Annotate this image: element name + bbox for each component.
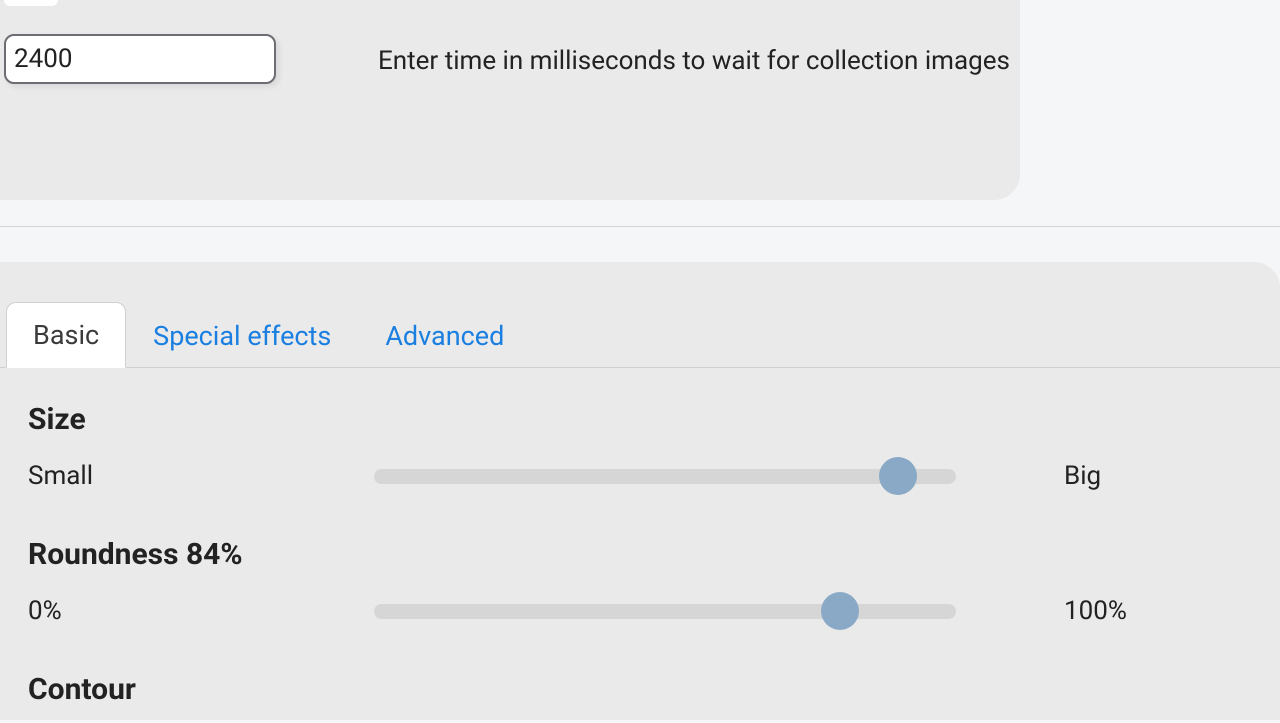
wait-time-input[interactable] <box>4 34 276 84</box>
lower-settings-panel: Basic Special effects Advanced Size Smal… <box>0 262 1280 720</box>
tab-advanced[interactable]: Advanced <box>358 303 531 368</box>
panel-divider <box>0 226 1280 227</box>
size-section-title: Size <box>28 402 1240 437</box>
roundness-slider-thumb[interactable] <box>821 592 859 630</box>
size-max-label: Big <box>956 461 1240 491</box>
roundness-slider-track <box>374 604 956 619</box>
tab-basic[interactable]: Basic <box>6 302 126 368</box>
roundness-slider-row: 0% 100% <box>28 588 1240 634</box>
basic-tab-content: Size Small Big Roundness 84% 0% 100% Con… <box>28 402 1240 723</box>
wait-time-description: Enter time in milliseconds to wait for c… <box>378 46 1010 76</box>
size-slider-thumb[interactable] <box>879 457 917 495</box>
upper-settings-panel: Enter time in milliseconds to wait for c… <box>0 0 1020 200</box>
partial-element <box>4 0 58 6</box>
size-slider-row: Small Big <box>28 453 1240 499</box>
size-slider-track <box>374 469 956 484</box>
roundness-slider[interactable] <box>374 591 956 631</box>
roundness-max-label: 100% <box>956 596 1240 626</box>
tabs-underline <box>0 367 1280 368</box>
contour-section-title: Contour <box>28 672 1240 707</box>
roundness-section-title: Roundness 84% <box>28 537 1240 572</box>
tab-special-effects[interactable]: Special effects <box>126 303 358 368</box>
tabs-bar: Basic Special effects Advanced <box>6 300 531 368</box>
size-min-label: Small <box>28 461 374 491</box>
size-slider[interactable] <box>374 456 956 496</box>
roundness-min-label: 0% <box>28 596 374 626</box>
